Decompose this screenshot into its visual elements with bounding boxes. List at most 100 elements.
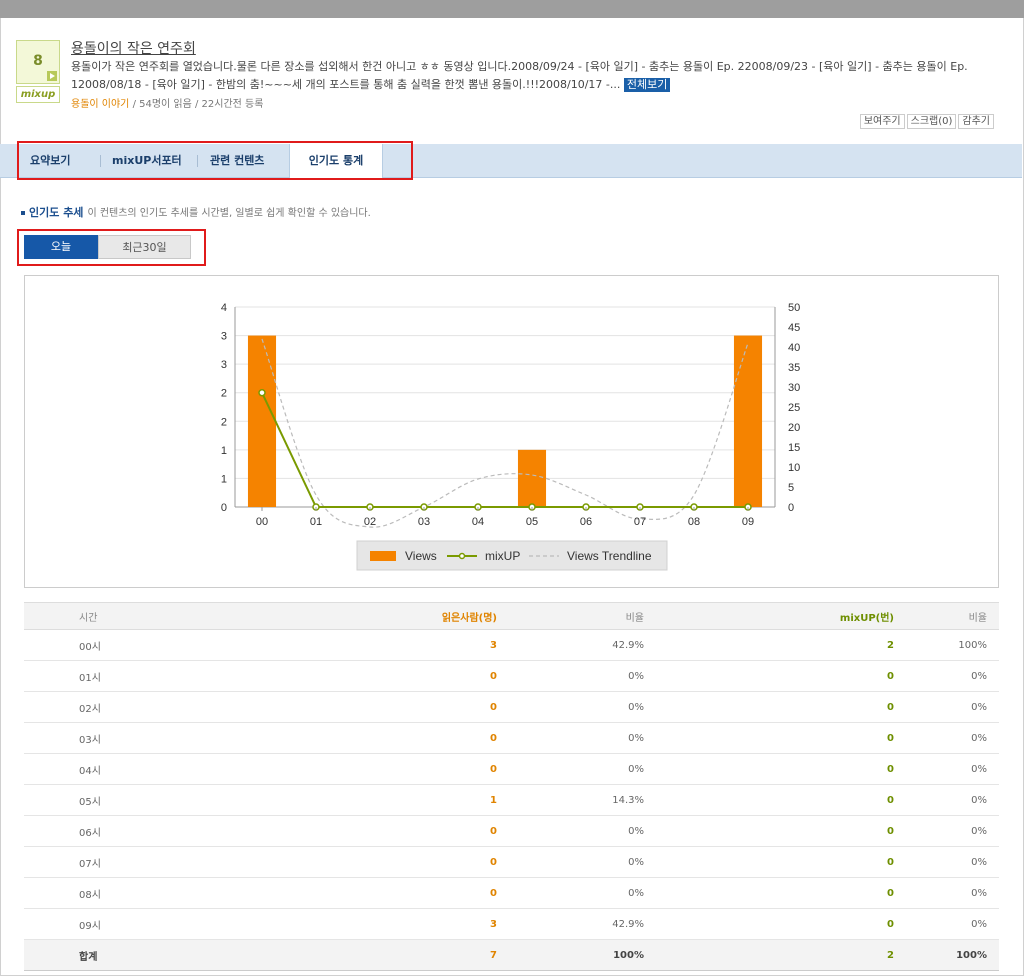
cell-readers: 0 <box>200 660 497 692</box>
total-mixup: 2 <box>645 939 895 971</box>
cell-time: 05시 <box>24 784 200 816</box>
stats-table: 시간 읽은사람(명) 비율 mixUP(번) 비율 00시 3 42.9% 2 100%… <box>24 602 999 971</box>
y-right-tick-label: 30 <box>788 382 800 394</box>
mixup-badge[interactable]: 8 mixup <box>16 40 60 103</box>
post-meta: 용돌이 이야기 / 54명이 읽음 / 22시간전 등록 <box>71 95 263 110</box>
mixup-logo[interactable]: mixup <box>16 86 60 103</box>
y-right-tick-label: 40 <box>788 342 800 354</box>
table-row: 01시 0 0% 0 0% <box>24 660 999 692</box>
y-left-tick-label: 3 <box>221 331 227 343</box>
cell-time: 08시 <box>24 877 200 909</box>
cell-reader-ratio: 0% <box>497 877 645 909</box>
post-title[interactable]: 용돌이의 작은 연주회 <box>71 38 196 58</box>
cell-mixup: 0 <box>645 722 895 754</box>
cell-reader-ratio: 42.9% <box>497 629 645 661</box>
y-right-tick-label: 45 <box>788 322 800 334</box>
cell-mixup-ratio: 0% <box>895 691 999 723</box>
cell-mixup-ratio: 0% <box>895 815 999 847</box>
bullet-icon <box>21 211 25 215</box>
table-header-row: 시간 읽은사람(명) 비율 mixUP(번) 비율 <box>24 602 999 630</box>
cell-mixup: 0 <box>645 877 895 909</box>
post-actions: 보여주기 스크랩(0) 감추기 <box>858 114 994 129</box>
cell-mixup-ratio: 0% <box>895 877 999 909</box>
table-total-row: 합계 7 100% 2 100% <box>24 939 999 971</box>
cell-reader-ratio: 14.3% <box>497 784 645 816</box>
mixup-count: 8 <box>33 53 43 69</box>
x-tick-label: 05 <box>526 516 538 528</box>
post-summary-text: 용돌이가 작은 연주회를 열었습니다.물론 다른 장소를 섭외해서 한건 아니고… <box>71 60 968 91</box>
y-right-tick-label: 50 <box>788 302 800 314</box>
table-row: 04시 0 0% 0 0% <box>24 753 999 785</box>
cell-mixup: 0 <box>645 660 895 692</box>
cell-reader-ratio: 0% <box>497 722 645 754</box>
header-time: 시간 <box>24 602 200 630</box>
cell-mixup-ratio: 0% <box>895 908 999 940</box>
y-left-tick-label: 2 <box>221 388 227 400</box>
legend-swatch-mixup-point <box>458 552 466 560</box>
post-summary: 용돌이가 작은 연주회를 열었습니다.물론 다른 장소를 섭외해서 한건 아니고… <box>71 58 1001 94</box>
cell-mixup: 0 <box>645 753 895 785</box>
cell-time: 07시 <box>24 846 200 878</box>
y-left-tick-label: 3 <box>221 359 227 371</box>
post-meta-text: / 54명이 읽음 / 22시간전 등록 <box>129 99 264 110</box>
cell-readers: 1 <box>200 784 497 816</box>
cell-mixup: 0 <box>645 691 895 723</box>
cell-mixup-ratio: 0% <box>895 784 999 816</box>
cell-readers: 0 <box>200 815 497 847</box>
table-row: 06시 0 0% 0 0% <box>24 815 999 847</box>
legend-label-views: Views <box>405 549 437 563</box>
hide-button[interactable]: 감추기 <box>958 114 994 129</box>
cell-mixup: 2 <box>645 629 895 661</box>
y-right-tick-label: 0 <box>788 502 794 514</box>
cell-readers: 0 <box>200 753 497 785</box>
table-row: 05시 1 14.3% 0 0% <box>24 784 999 816</box>
y-right-tick-label: 35 <box>788 362 800 374</box>
cell-readers: 3 <box>200 629 497 661</box>
cell-time: 03시 <box>24 722 200 754</box>
chart-panel: 0 1 1 2 2 3 3 4 0 5 10 15 20 25 30 35 40 45 50 00 01 02 03 04 05… <box>24 275 999 588</box>
x-tick-label: 00 <box>256 516 268 528</box>
y-left-tick-label: 4 <box>221 302 227 314</box>
total-reader-ratio: 100% <box>497 939 645 971</box>
total-label: 합계 <box>24 939 200 971</box>
x-tick-label: 09 <box>742 516 754 528</box>
view-all-button[interactable]: 전체보기 <box>623 78 671 92</box>
play-icon <box>47 71 57 81</box>
cell-readers: 0 <box>200 846 497 878</box>
header-reader-ratio: 비율 <box>497 602 645 630</box>
y-left-tick-label: 2 <box>221 416 227 428</box>
y-left-tick-label: 1 <box>221 445 227 457</box>
post-category-link[interactable]: 용돌이 이야기 <box>71 99 129 110</box>
mixup-point <box>258 388 266 397</box>
scrap-button[interactable]: 스크랩(0) <box>906 114 957 129</box>
total-readers: 7 <box>200 939 497 971</box>
bar-views <box>247 335 277 507</box>
table-row: 03시 0 0% 0 0% <box>24 722 999 754</box>
legend-label-trend: Views Trendline <box>567 549 652 563</box>
section-title: 인기도 추세 <box>29 206 84 219</box>
legend-swatch-views <box>370 551 396 561</box>
x-tick-label: 08 <box>688 516 700 528</box>
header-mixup-ratio: 비율 <box>895 602 999 630</box>
cell-time: 04시 <box>24 753 200 785</box>
cell-reader-ratio: 0% <box>497 815 645 847</box>
mixup-count-box[interactable]: 8 <box>16 40 60 84</box>
header-readers: 읽은사람(명) <box>200 602 497 630</box>
popularity-chart: 011223340510152025303540455000 01 02 03 04 05… <box>221 302 800 571</box>
cell-time: 06시 <box>24 815 200 847</box>
header-mixup: mixUP(번) <box>645 602 895 630</box>
cell-mixup: 0 <box>645 784 895 816</box>
cell-mixup-ratio: 0% <box>895 846 999 878</box>
table-row: 02시 0 0% 0 0% <box>24 691 999 723</box>
show-button[interactable]: 보여주기 <box>859 114 905 129</box>
highlight-box-period <box>17 229 206 266</box>
top-bar <box>0 0 1024 18</box>
legend-label-mixup: mixUP <box>485 549 520 563</box>
x-tick-label: 01 <box>310 516 322 528</box>
cell-time: 00시 <box>24 629 200 661</box>
y-left-tick-label: 1 <box>221 473 227 485</box>
bar-views <box>733 335 763 507</box>
cell-mixup-ratio: 0% <box>895 722 999 754</box>
table-row: 00시 3 42.9% 2 100% <box>24 629 999 661</box>
y-right-tick-label: 15 <box>788 442 800 454</box>
